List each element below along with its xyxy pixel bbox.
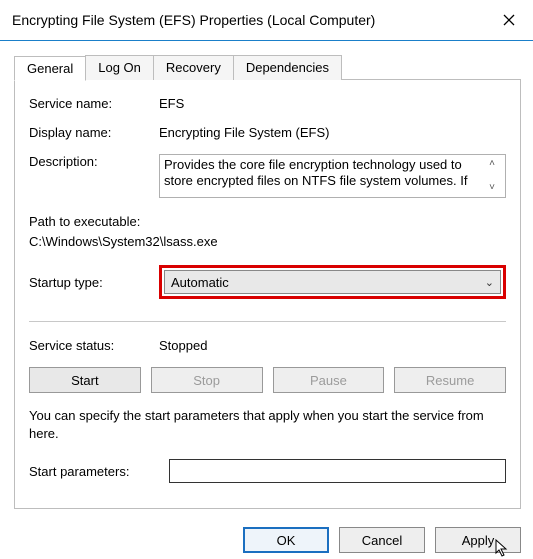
ok-button[interactable]: OK <box>243 527 329 553</box>
display-name-value: Encrypting File System (EFS) <box>159 125 506 140</box>
apply-button[interactable]: Apply <box>435 527 521 553</box>
startup-type-select[interactable]: Automatic ⌄ <box>164 270 501 294</box>
description-text: Provides the core file encryption techno… <box>164 157 483 195</box>
tab-strip: General Log On Recovery Dependencies <box>14 55 533 80</box>
startup-type-value: Automatic <box>171 275 229 290</box>
window-title: Encrypting File System (EFS) Properties … <box>12 12 375 28</box>
path-value: C:\Windows\System32\lsass.exe <box>29 232 506 252</box>
service-name-value: EFS <box>159 96 506 111</box>
path-label: Path to executable: <box>29 212 506 232</box>
tab-logon[interactable]: Log On <box>85 55 154 80</box>
dialog-footer: OK Cancel Apply <box>243 527 521 553</box>
startup-highlight: Automatic ⌄ <box>159 265 506 299</box>
resume-button: Resume <box>394 367 506 393</box>
titlebar: Encrypting File System (EFS) Properties … <box>0 0 533 41</box>
scroll-down-icon[interactable]: ˅ <box>489 183 495 193</box>
stop-button: Stop <box>151 367 263 393</box>
divider <box>29 321 506 322</box>
service-status-label: Service status: <box>29 338 159 353</box>
start-button[interactable]: Start <box>29 367 141 393</box>
startup-type-label: Startup type: <box>29 275 159 290</box>
start-parameters-input[interactable] <box>169 459 506 483</box>
tab-recovery[interactable]: Recovery <box>153 55 234 80</box>
chevron-down-icon: ⌄ <box>485 276 494 289</box>
service-status-value: Stopped <box>159 338 506 353</box>
scroll-up-icon[interactable]: ˄ <box>489 159 495 169</box>
tab-general[interactable]: General <box>14 56 86 81</box>
description-box: Provides the core file encryption techno… <box>159 154 506 198</box>
close-icon <box>503 14 515 26</box>
description-label: Description: <box>29 154 159 169</box>
cancel-button[interactable]: Cancel <box>339 527 425 553</box>
close-button[interactable] <box>497 8 521 32</box>
display-name-label: Display name: <box>29 125 159 140</box>
parameters-note: You can specify the start parameters tha… <box>29 407 506 443</box>
start-parameters-label: Start parameters: <box>29 464 169 479</box>
pause-button: Pause <box>273 367 385 393</box>
general-panel: Service name: EFS Display name: Encrypti… <box>14 79 521 509</box>
tab-dependencies[interactable]: Dependencies <box>233 55 342 80</box>
description-scrollbar[interactable]: ˄ ˅ <box>483 157 501 195</box>
service-name-label: Service name: <box>29 96 159 111</box>
